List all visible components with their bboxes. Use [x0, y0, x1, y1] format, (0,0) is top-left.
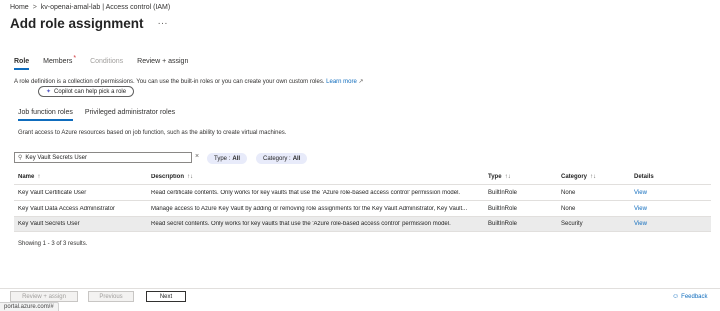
role-description-text: A role definition is a collection of per… [14, 78, 364, 85]
tab-review-assign-label: Review + assign [137, 58, 189, 65]
tab-job-function-roles[interactable]: Job function roles [18, 109, 73, 121]
table-header: Name ↑ Description ↑↓ Type ↑↓ Category ↑↓ De… [14, 170, 711, 184]
status-url: portal.azure.com/# [0, 302, 59, 311]
breadcrumb-separator: > [32, 4, 37, 11]
type-filter-label: Type : [214, 155, 231, 162]
sort-icon: ↑↓ [187, 174, 194, 180]
role-description: Read secret contents. Only works for key… [151, 221, 451, 227]
category-filter-pill[interactable]: Category : All [256, 153, 308, 164]
results-count: Showing 1 - 3 of 3 results. [18, 241, 88, 247]
tab-privileged-admin-roles[interactable]: Privileged administrator roles [85, 109, 175, 121]
tab-conditions-label: Conditions [90, 58, 124, 65]
sort-icon: ↑↓ [590, 174, 597, 180]
role-name: Key Vault Secrets User [18, 221, 80, 227]
role-description: Manage access to Azure Key Vault by addi… [151, 205, 468, 212]
clear-search-icon[interactable]: × [195, 153, 199, 160]
header-description-label: Description [151, 174, 185, 180]
role-category: None [561, 205, 576, 212]
tab-privileged-admin-roles-label: Privileged administrator roles [84, 109, 176, 116]
header-type-label: Type [488, 174, 502, 180]
wizard-tabs: Role Members* Conditions Review + assign [14, 55, 202, 70]
role-category: None [561, 189, 576, 196]
header-description[interactable]: Description ↑↓ [151, 174, 488, 180]
search-value: Key Vault Secrets User [25, 154, 87, 161]
view-details-link[interactable]: View [634, 206, 647, 212]
breadcrumb-home[interactable]: Home [10, 4, 29, 11]
role-category: Security [561, 221, 583, 227]
feedback-label: Feedback [681, 293, 708, 300]
role-type: BuiltInRole [488, 189, 518, 196]
role-type: BuiltInRole [488, 205, 518, 212]
grant-access-text: Grant access to Azure resources based on… [18, 130, 287, 136]
more-options-icon[interactable]: ··· [158, 18, 168, 29]
breadcrumb: Home > kv-openai-amal-lab | Access contr… [10, 4, 170, 11]
role-type-tabs: Job function roles Privileged administra… [18, 109, 187, 121]
page-title: Add role assignment [10, 16, 144, 31]
learn-more-link[interactable]: Learn more [326, 79, 357, 85]
tab-job-function-roles-label: Job function roles [18, 109, 73, 116]
header-category[interactable]: Category ↑↓ [561, 174, 634, 180]
header-name[interactable]: Name ↑ [14, 174, 151, 180]
copilot-button-label: Copilot can help pick a role [54, 88, 127, 95]
header-type[interactable]: Type ↑↓ [488, 174, 561, 180]
header-details: Details [634, 174, 654, 180]
tab-role-label: Role [14, 58, 30, 65]
copilot-icon: ✦ [46, 89, 52, 95]
title-row: Add role assignment ··· [10, 16, 168, 31]
search-icon: ⚲ [18, 155, 23, 161]
table-row[interactable]: Key Vault Data Access Administrator Mana… [14, 200, 711, 216]
category-filter-label: Category : [263, 155, 291, 162]
previous-button[interactable]: Previous [88, 291, 134, 302]
tab-members[interactable]: Members* [43, 55, 77, 70]
roles-table: Name ↑ Description ↑↓ Type ↑↓ Category ↑↓ De… [14, 170, 711, 232]
external-link-icon: ↗ [358, 79, 364, 85]
table-row-selected[interactable]: Key Vault Secrets User Read secret conte… [14, 216, 711, 232]
breadcrumb-resource[interactable]: kv-openai-amal-lab | Access control (IAM… [41, 4, 170, 11]
view-details-link[interactable]: View [634, 221, 647, 227]
header-category-label: Category [561, 174, 588, 180]
footer-divider [0, 288, 720, 289]
table-row[interactable]: Key Vault Certificate User Read certific… [14, 184, 711, 200]
feedback-link[interactable]: ☺ Feedback [672, 293, 708, 300]
category-filter-value: All [292, 155, 301, 162]
role-description: Read certificate contents. Only works fo… [151, 189, 461, 196]
copilot-pick-role-button[interactable]: ✦ Copilot can help pick a role [38, 86, 135, 97]
role-search-input[interactable]: ⚲ Key Vault Secrets User [14, 152, 192, 163]
review-assign-button[interactable]: Review + assign [10, 291, 78, 302]
sort-icon: ↑ [37, 174, 41, 180]
type-filter-value: All [232, 155, 241, 162]
tab-conditions: Conditions [90, 58, 123, 70]
tab-members-label: Members [43, 58, 73, 65]
role-type: BuiltInRole [488, 221, 518, 227]
sort-icon: ↑↓ [504, 174, 511, 180]
tab-role[interactable]: Role [14, 58, 30, 70]
header-name-label: Name [18, 174, 35, 180]
tab-review-assign[interactable]: Review + assign [137, 58, 188, 70]
feedback-icon: ☺ [672, 293, 680, 300]
view-details-link[interactable]: View [634, 190, 647, 196]
next-button[interactable]: Next [146, 291, 186, 302]
role-name: Key Vault Certificate User [18, 189, 87, 196]
type-filter-pill[interactable]: Type : All [207, 153, 248, 164]
required-marker: * [73, 55, 77, 62]
description-text: A role definition is a collection of per… [14, 79, 325, 85]
role-name: Key Vault Data Access Administrator [18, 205, 115, 212]
